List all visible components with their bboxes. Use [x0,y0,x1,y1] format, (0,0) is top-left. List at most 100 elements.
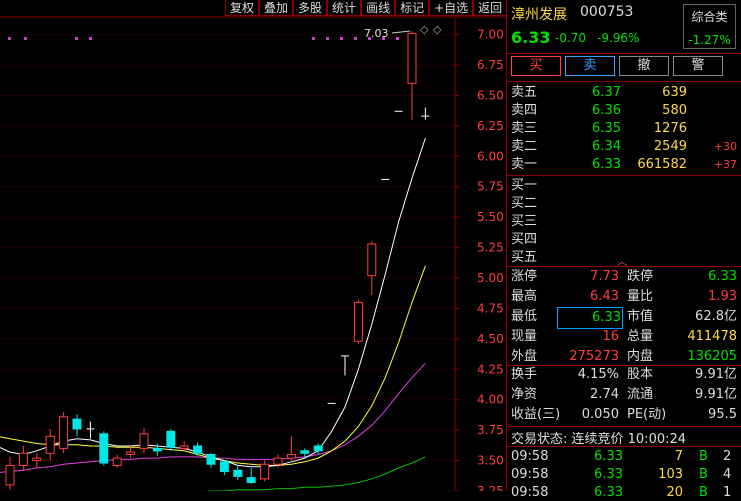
y-tick-label: 4.75 [477,301,504,315]
stat-value: 136205 [687,349,737,364]
bid-label: 买五 [511,250,538,265]
candle-body [286,453,296,459]
candle-body [367,243,377,277]
toolbar-button[interactable]: 返回 [473,0,508,16]
ask-label: 卖二 [511,139,538,154]
tick-time: 09:58 [511,485,549,500]
ask-price: 6.36 [592,103,621,118]
ask-label: 卖五 [511,85,538,100]
tick-count: 1 [723,485,732,500]
toolbar-button[interactable]: 画线 [361,0,396,16]
tick-count: 2 [723,449,732,464]
candle-body [193,445,203,454]
stat-label: 市值 [627,309,654,324]
divider [507,426,741,427]
tick-price: 6.33 [594,467,623,482]
y-tick-label: 4.50 [477,332,504,346]
stat-value: 6.43 [590,289,619,304]
ask-price: 6.34 [592,139,621,154]
toolbar-button[interactable]: 叠加 [259,0,294,16]
stat-label: 换手 [511,367,538,382]
stat-label: 流通 [627,387,654,402]
ask-volume: 639 [662,85,687,100]
ask-row: 卖三 6.35 1276 [511,120,737,137]
bid-label: 买二 [511,196,538,211]
candlestick-chart[interactable]: 7.00 6.75 6.50 6.25 6.00 5.75 5.50 5.25 5.00 4.75… [0,0,506,491]
stat-value: 95.5 [708,407,737,422]
toolbar-button[interactable]: 复权 [225,0,260,16]
y-tick-label: 3.75 [477,423,504,437]
cancel-order-button[interactable]: 撤 [619,56,669,76]
stat-row: 收益(三) 0.050 PE(动) 95.5 [511,405,737,425]
marker-dot [8,37,11,40]
stat-row: 现量 16 总量 411478 [511,327,737,347]
marker-dot [75,37,78,40]
stat-value: 2.74 [590,387,619,402]
marker-dot [24,37,27,40]
stat-label: 涨停 [511,269,538,284]
stat-label: 股本 [627,367,654,382]
bid-label: 买四 [511,232,538,247]
y-tick-label: 5.75 [477,180,504,194]
chart-toolbar: 复权 叠加 多股 统计 画线 标记 +自选 返回 [225,0,508,17]
tick-volume: 20 [666,485,683,500]
sell-button[interactable]: 卖 [565,56,615,76]
tick-side: B [699,485,708,500]
candle-body [18,452,28,466]
stat-value: 6.33 [557,307,623,329]
divider [507,81,741,82]
stat-row: 净资 2.74 流通 9.91亿 [511,385,737,405]
candle-body [273,457,283,465]
tick-volume: 103 [658,467,683,482]
stat-value: 7.73 [590,269,619,284]
high-pointer [391,30,411,34]
candle-body [233,469,243,477]
ask-delta: +30 [713,140,737,153]
ask-row: 卖五 6.37 639 [511,84,737,101]
stat-label: 净资 [511,387,538,402]
candle-body [353,301,363,342]
stat-value: 411478 [687,329,737,344]
tick-side: B [699,449,708,464]
divider [507,53,741,54]
tick-row: 09:58 6.33 7 B 2 [511,448,737,465]
y-tick-label: 5.50 [477,210,504,224]
sector-pct: -1.27% [688,33,731,47]
trade-buttons: 买 卖 撤 警 [511,56,723,76]
toolbar-button[interactable]: 标记 [395,0,430,16]
buy-button[interactable]: 买 [511,56,561,76]
y-tick-label: 4.25 [477,362,504,376]
stat-row: 换手 4.15% 股本 9.91亿 [511,365,737,385]
candle-body [206,453,216,465]
candle-body [166,430,176,448]
tick-row: 09:58 6.33 103 B 4 [511,466,737,483]
candle-body [313,445,323,452]
diamond-icon: ◇ [433,23,442,36]
alert-button[interactable]: 警 [673,56,723,76]
stat-value: 62.8亿 [695,309,737,324]
bid-row: 买四 [511,231,737,248]
y-tick-label: 3.50 [477,454,504,468]
stat-value: 16 [602,329,619,344]
toolbar-button[interactable]: 统计 [327,0,362,16]
sector-name: 综合类 [691,10,728,24]
ask-volume: 661582 [637,157,687,172]
y-tick-label: 6.00 [477,149,504,163]
candle-body [5,464,15,486]
stat-label: 量比 [627,289,654,304]
marker-dot [326,37,329,40]
stat-label: 现量 [511,329,538,344]
tick-volume: 7 [674,449,683,464]
candle-body [139,433,149,449]
marker-dot [340,37,343,40]
bid-row: 买二 [511,195,737,212]
candle-body [99,433,109,464]
price-change-pct: -9.96% [597,31,640,45]
toolbar-button[interactable]: 多股 [293,0,328,16]
stat-label: 外盘 [511,349,538,364]
bid-label: 买一 [511,178,538,193]
stock-name: 漳州发展 [511,7,567,23]
sector-box[interactable]: 综合类 -1.27% [683,4,736,49]
ask-delta: +37 [713,158,737,171]
toolbar-button[interactable]: +自选 [429,0,474,16]
